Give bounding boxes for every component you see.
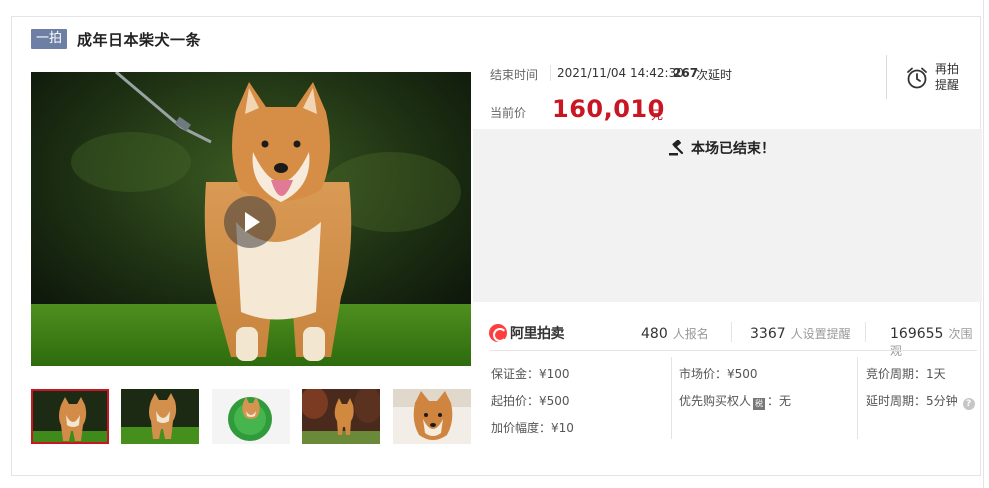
title-row: 一拍 成年日本柴犬一条 [31,28,201,50]
deposit: 保证金：¥100 [491,367,570,381]
signup-count: 480 [641,326,668,342]
priority-buyer: 优先购买权人税：无 [679,392,791,410]
thumbnail-strip [31,389,471,444]
thumbnail-image [212,389,290,444]
thumbnail-2[interactable] [121,389,199,444]
thumbnail-image [121,389,199,444]
main-video[interactable] [31,72,471,366]
delay-count: 267 [673,66,699,80]
delay-period: 延时周期：5分钟? [866,392,975,410]
price-unit: 元 [651,108,664,122]
thumbnail-image [302,389,380,444]
item-title: 成年日本柴犬一条 [77,30,202,49]
auction-ended-panel: 本场已结束！ [473,129,982,302]
thumbnail-5[interactable] [393,389,471,444]
current-price: 160,010 [552,95,665,123]
thumbnail-image [393,389,471,444]
help-icon[interactable]: ? [962,398,975,410]
alipaimai-logo-mark [489,324,507,342]
divider [865,322,866,342]
alarm-clock-icon [907,67,927,89]
thumbnail-1[interactable] [31,389,109,444]
delay-label: 次延时 [696,68,733,82]
ended-message: 本场已结束！ [668,138,775,158]
divider [550,65,551,81]
thumbnail-3[interactable] [212,389,290,444]
divider [671,357,672,439]
remind-label: 再拍提醒 [935,62,960,92]
bid-increment: 加价幅度：¥10 [491,421,574,435]
gavel-icon [669,140,684,156]
priority-value: ：无 [767,394,792,408]
end-time-value: 2021/11/04 14:42:30 [557,66,684,80]
logo-text: 阿里拍卖 [510,326,565,342]
auction-type-badge: 一拍 [31,29,68,49]
divider [857,357,858,439]
thumbnail-4[interactable] [302,389,380,444]
tax-tag-icon: 税 [753,398,766,410]
current-price-label: 当前价 [490,106,527,120]
bid-period: 竞价周期：1天 [866,367,946,381]
reminder-stat: 3367 人设置提醒 [750,325,851,342]
reminder-label: 人设置提醒 [790,327,851,341]
start-price: 起拍价：¥500 [491,394,570,408]
end-time-label: 结束时间 [490,68,539,82]
thumbnail-image [33,391,107,442]
signup-label: 人报名 [672,327,709,341]
viewer-stat: 169655 次围观 [890,325,982,359]
divider [490,350,977,351]
divider [886,55,887,99]
market-price: 市场价：¥500 [679,367,758,381]
remind-button[interactable]: 再拍提醒 [905,61,975,97]
ended-text: 本场已结束！ [691,141,775,157]
divider [731,322,732,342]
priority-label: 优先购买权人 [679,394,752,408]
signup-stat: 480 人报名 [641,325,709,342]
play-icon[interactable] [224,196,276,248]
viewer-count: 169655 [890,326,944,342]
delay-period-text: 延时周期：5分钟 [866,394,958,408]
reminder-count: 3367 [750,326,786,342]
alipaimai-logo[interactable]: 阿里拍卖 [489,323,565,343]
scrollbar-track[interactable] [983,0,989,488]
auction-card: 一拍 成年日本柴犬一条 结束时间 2021/11/04 14:42:30 267… [11,16,982,476]
